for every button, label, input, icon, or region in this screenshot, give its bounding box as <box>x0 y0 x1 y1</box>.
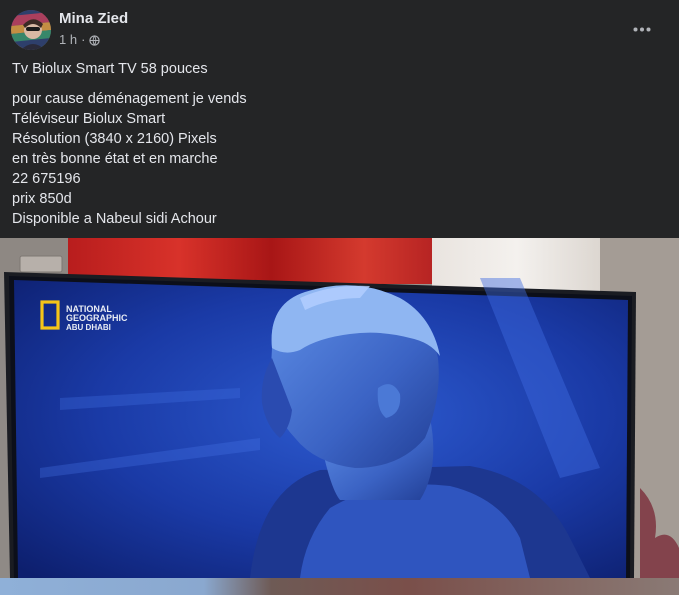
author-name[interactable]: Mina Zied <box>59 10 128 27</box>
post-time[interactable]: 1 h <box>59 32 77 47</box>
post-header: Mina Zied 1 h · <box>0 0 679 58</box>
post-photo-next[interactable] <box>0 578 679 595</box>
post-body-line: pour cause déménagement je vends <box>12 91 247 107</box>
avatar[interactable] <box>11 10 51 50</box>
meta-separator: · <box>81 32 86 47</box>
tv-photo-illustration: NATIONAL GEOGRAPHIC ABU DHABI <box>0 238 679 578</box>
globe-icon[interactable] <box>89 34 101 46</box>
more-options-button[interactable] <box>624 14 660 44</box>
post-body-line: Disponible a Nabeul sidi Achour <box>12 211 217 227</box>
post-body-line: prix 850d <box>12 191 72 207</box>
post-body-line: Téléviseur Biolux Smart <box>12 111 166 127</box>
avatar-photo <box>11 10 51 50</box>
logo-line: GEOGRAPHIC <box>66 313 128 323</box>
post-meta: 1 h · <box>59 32 101 47</box>
logo-line: ABU DHABI <box>66 323 111 332</box>
post-title-line: Tv Biolux Smart TV 58 pouces <box>12 61 208 77</box>
post-text: Tv Biolux Smart TV 58 pouces pour cause … <box>12 58 662 229</box>
post-body-line: 22 675196 <box>12 171 81 187</box>
post-photo[interactable]: NATIONAL GEOGRAPHIC ABU DHABI <box>0 238 679 578</box>
post-body-line: en très bonne état et en marche <box>12 151 218 167</box>
post-body-line: Résolution (3840 x 2160) Pixels <box>12 131 217 147</box>
more-options-icon <box>633 27 651 32</box>
